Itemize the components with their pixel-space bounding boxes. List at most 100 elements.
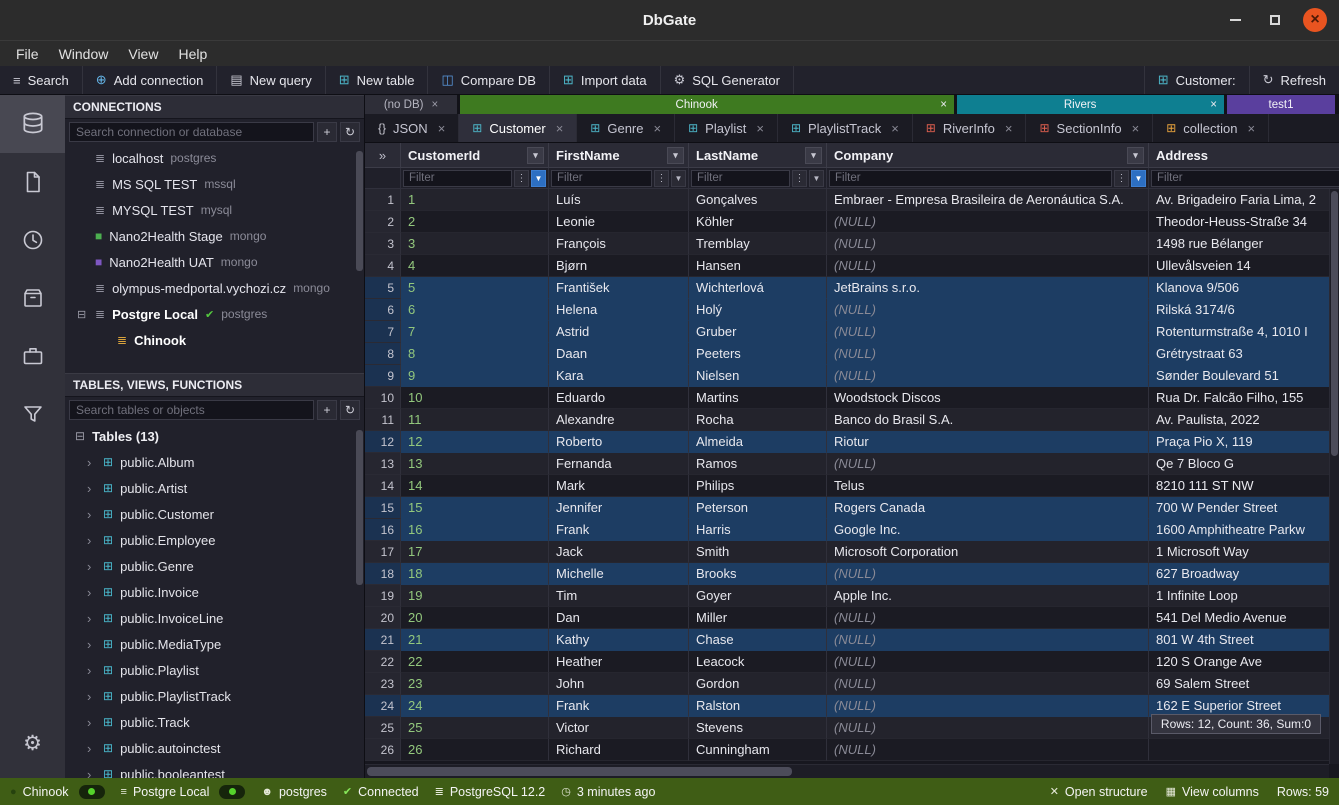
table-item-public-booleantest[interactable]: ›⊞public.booleantest	[65, 761, 364, 778]
table-row[interactable]: 2121KathyChase(NULL)801 W 4th Street	[365, 629, 1339, 651]
funnel-icon[interactable]: ▼	[531, 170, 546, 187]
table-item-public-invoiceline[interactable]: ›⊞public.InvoiceLine	[65, 605, 364, 631]
table-row[interactable]: 1111AlexandreRochaBanco do Brasil S.A.Av…	[365, 409, 1339, 431]
tables-search-input[interactable]	[69, 400, 314, 420]
table-item-public-mediatype[interactable]: ›⊞public.MediaType	[65, 631, 364, 657]
column-header-address[interactable]: Address▾	[1149, 143, 1339, 167]
status-postgresql-12-2[interactable]: ≣PostgreSQL 12.2	[435, 785, 546, 799]
kebab-icon[interactable]: ⋮	[792, 170, 807, 187]
connection-item-postgre-local[interactable]: ⊟≣Postgre Local✔postgres	[65, 301, 364, 327]
connection-item-localhost[interactable]: ≣localhostpostgres	[65, 145, 364, 171]
activity-app-layouts-button[interactable]	[0, 327, 65, 385]
table-row[interactable]: 77AstridGruber(NULL)Rotenturmstraße 4, 1…	[365, 321, 1339, 343]
file-tab-playlist[interactable]: ⊞Playlist×	[675, 114, 778, 142]
table-row[interactable]: 2323JohnGordon(NULL)69 Salem Street	[365, 673, 1339, 695]
toolbar-button-new-query[interactable]: ▤New query	[217, 66, 325, 94]
status-connected[interactable]: ✔Connected	[343, 785, 419, 799]
table-row[interactable]: 1212RobertoAlmeidaRioturPraça Pio X, 119	[365, 431, 1339, 453]
table-row[interactable]: 2222HeatherLeacock(NULL)120 S Orange Ave	[365, 651, 1339, 673]
menu-file[interactable]: File	[6, 41, 49, 67]
table-row[interactable]: 55FrantišekWichterlováJetBrains s.r.o.Kl…	[365, 277, 1339, 299]
status-3-minutes-ago[interactable]: ◷3 minutes ago	[561, 785, 655, 799]
minimize-button[interactable]	[1223, 8, 1247, 32]
table-row[interactable]: 99KaraNielsen(NULL)Sønder Boulevard 51	[365, 365, 1339, 387]
table-row[interactable]: 1717JackSmithMicrosoft Corporation1 Micr…	[365, 541, 1339, 563]
connections-add-button[interactable]: +	[317, 122, 337, 142]
menu-window[interactable]: Window	[49, 41, 119, 67]
table-row[interactable]: 33FrançoisTremblay(NULL)1498 rue Bélange…	[365, 233, 1339, 255]
file-tab-genre[interactable]: ⊞Genre×	[577, 114, 675, 142]
db-tab-group-test1[interactable]: test1	[1227, 95, 1335, 114]
db-tab-group-chinook[interactable]: Chinook×	[460, 95, 954, 114]
table-row[interactable]: 11LuísGonçalvesEmbraer - Empresa Brasile…	[365, 189, 1339, 211]
table-row[interactable]: 1616FrankHarrisGoogle Inc.1600 Amphithea…	[365, 519, 1339, 541]
table-item-public-playlist[interactable]: ›⊞public.Playlist	[65, 657, 364, 683]
chevron-down-icon[interactable]: ▾	[527, 147, 544, 164]
horizontal-scrollbar-thumb[interactable]	[367, 767, 792, 776]
status-postgres[interactable]: ☻postgres	[261, 785, 327, 799]
activity-cell-data-button[interactable]	[0, 385, 65, 443]
toolbar-button-import-data[interactable]: ⊞Import data	[550, 66, 661, 94]
activity-files-button[interactable]	[0, 153, 65, 211]
kebab-icon[interactable]: ⋮	[1114, 170, 1129, 187]
table-row[interactable]: 1515JenniferPetersonRogers Canada700 W P…	[365, 497, 1339, 519]
funnel-icon[interactable]: ▼	[1131, 170, 1146, 187]
kebab-icon[interactable]: ⋮	[514, 170, 529, 187]
toolbar-button-refresh[interactable]: ↻Refresh	[1249, 66, 1339, 94]
table-item-public-track[interactable]: ›⊞public.Track	[65, 709, 364, 735]
connections-refresh-button[interactable]: ↻	[340, 122, 360, 142]
vertical-scrollbar[interactable]	[1329, 189, 1339, 764]
activity-connections-button[interactable]	[0, 95, 65, 153]
menu-help[interactable]: Help	[168, 41, 217, 67]
connection-item-mysql-test[interactable]: ≣MYSQL TESTmysql	[65, 197, 364, 223]
connection-item-olympus-medportal-vychozi-cz[interactable]: ≣olympus-medportal.vychozi.czmongo	[65, 275, 364, 301]
tables-group-row[interactable]: ⊟ Tables (13)	[65, 423, 364, 449]
chevron-down-icon[interactable]: ▾	[1127, 147, 1144, 164]
tables-add-button[interactable]: +	[317, 400, 337, 420]
table-row[interactable]: 1414MarkPhilipsTelus8210 111 ST NW	[365, 475, 1339, 497]
connection-item-nano2health-uat[interactable]: ■Nano2Health UATmongo	[65, 249, 364, 275]
menu-view[interactable]: View	[118, 41, 168, 67]
toolbar-button-add-connection[interactable]: ⊕Add connection	[83, 66, 218, 94]
table-item-public-autoinctest[interactable]: ›⊞public.autoinctest	[65, 735, 364, 761]
tables-refresh-button[interactable]: ↻	[340, 400, 360, 420]
file-tab-customer[interactable]: ⊞Customer×	[459, 114, 577, 142]
table-item-public-album[interactable]: ›⊞public.Album	[65, 449, 364, 475]
sidebar-scrollbar-thumb[interactable]	[356, 430, 363, 585]
connection-item-nano2health-stage[interactable]: ■Nano2Health Stagemongo	[65, 223, 364, 249]
table-item-public-playlisttrack[interactable]: ›⊞public.PlaylistTrack	[65, 683, 364, 709]
filter-input-company[interactable]	[829, 170, 1112, 187]
connection-item-chinook[interactable]: ≣Chinook	[65, 327, 364, 353]
connections-search-input[interactable]	[69, 122, 314, 142]
filter-input-address[interactable]	[1151, 170, 1339, 187]
table-row[interactable]: 1010EduardoMartinsWoodstock DiscosRua Dr…	[365, 387, 1339, 409]
table-item-public-employee[interactable]: ›⊞public.Employee	[65, 527, 364, 553]
funnel-icon[interactable]: ▼	[671, 170, 686, 187]
connection-item-ms-sql-test[interactable]: ≣MS SQL TESTmssql	[65, 171, 364, 197]
chevron-down-icon[interactable]: ▾	[805, 147, 822, 164]
filter-input-firstname[interactable]	[551, 170, 652, 187]
table-item-public-invoice[interactable]: ›⊞public.Invoice	[65, 579, 364, 605]
toolbar-button-customer[interactable]: ⊞Customer:	[1144, 66, 1249, 94]
status-open-structure[interactable]: ✕Open structure	[1050, 785, 1148, 799]
file-tab-sectioninfo[interactable]: ⊞SectionInfo×	[1026, 114, 1153, 142]
table-item-public-genre[interactable]: ›⊞public.Genre	[65, 553, 364, 579]
activity-settings-button[interactable]: ⚙	[0, 714, 65, 772]
toolbar-button-new-table[interactable]: ⊞New table	[326, 66, 429, 94]
table-row[interactable]: 1313FernandaRamos(NULL)Qe 7 Bloco G	[365, 453, 1339, 475]
close-button[interactable]	[1303, 8, 1327, 32]
table-row[interactable]: 88DaanPeeters(NULL)Grétrystraat 63	[365, 343, 1339, 365]
filter-input-lastname[interactable]	[691, 170, 790, 187]
db-tab-group-rivers[interactable]: Rivers×	[957, 95, 1224, 114]
status-chinook[interactable]: ●Chinook	[10, 785, 69, 799]
activity-history-button[interactable]	[0, 211, 65, 269]
file-tab-riverinfo[interactable]: ⊞RiverInfo×	[913, 114, 1027, 142]
column-header-firstname[interactable]: FirstName▾	[549, 143, 689, 167]
db-tab-nodb[interactable]: (no DB)×	[365, 95, 457, 114]
column-header-customerid[interactable]: CustomerId▾	[401, 143, 549, 167]
table-row[interactable]: 1919TimGoyerApple Inc.1 Infinite Loop	[365, 585, 1339, 607]
file-tab-collection[interactable]: ⊞collection×	[1153, 114, 1269, 142]
table-row[interactable]: 44BjørnHansen(NULL)Ullevålsveien 14	[365, 255, 1339, 277]
table-item-public-customer[interactable]: ›⊞public.Customer	[65, 501, 364, 527]
toolbar-button-sql-generator[interactable]: ⚙SQL Generator	[661, 66, 794, 94]
